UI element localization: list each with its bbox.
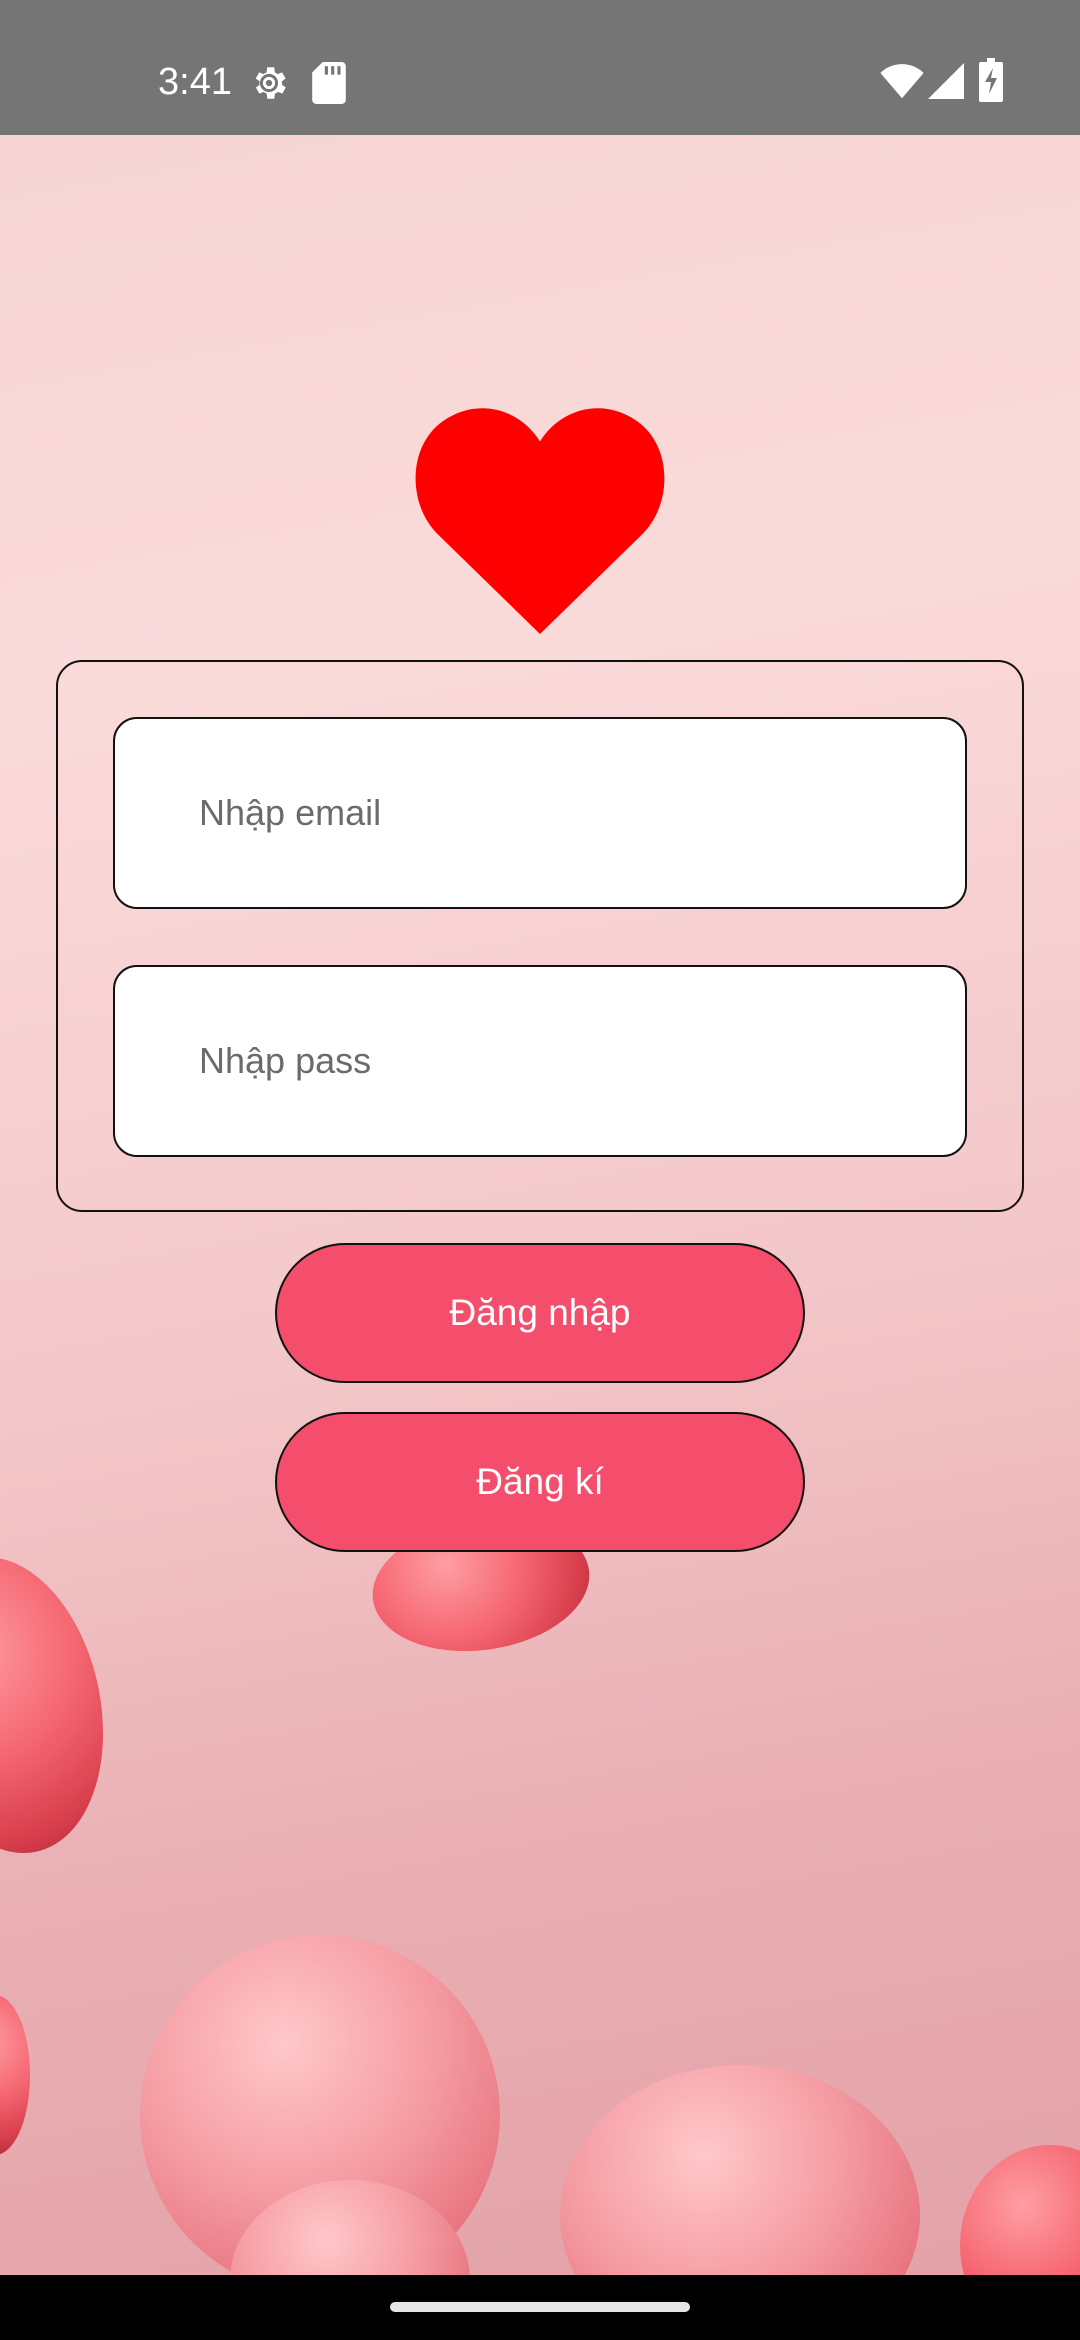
password-input[interactable] [199,967,939,1155]
status-bar: 3:41 [0,0,1080,135]
status-time: 3:41 [158,61,232,103]
home-indicator[interactable] [390,2302,690,2312]
balloon-bottom-right [560,2065,920,2275]
wifi-icon [880,64,924,99]
navigation-bar [0,2275,1080,2340]
login-button-label: Đăng nhập [449,1292,631,1333]
email-input[interactable] [199,719,939,907]
register-button-label: Đăng kí [476,1461,604,1502]
login-button[interactable]: Đăng nhập [275,1243,805,1383]
balloon-bottom-edge [0,1995,30,2155]
cell-signal-icon [928,63,964,99]
password-field[interactable] [113,965,967,1157]
balloon-left [0,1538,130,1872]
register-button[interactable]: Đăng kí [275,1412,805,1552]
sd-card-icon [312,62,346,104]
email-field[interactable] [113,717,967,909]
settings-gear-icon [255,67,286,99]
heart-icon [415,408,665,634]
battery-charging-icon [979,58,1003,102]
balloon-bottom-far-right [960,2145,1080,2275]
